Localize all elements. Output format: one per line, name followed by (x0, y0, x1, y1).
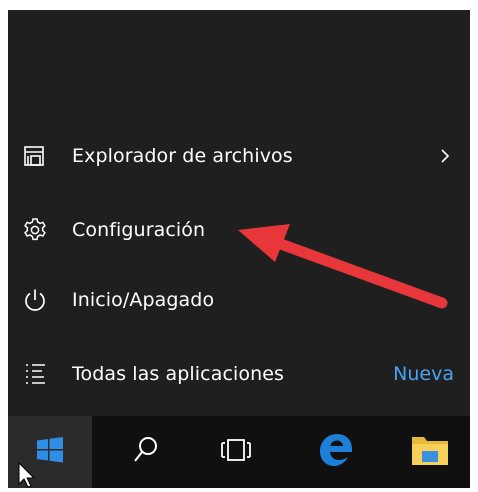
file-explorer-button[interactable] (392, 416, 468, 488)
menu-item-label: Configuración (72, 219, 206, 241)
start-menu: Explorador de archivos Configuración Ini… (8, 10, 470, 416)
list-icon (22, 361, 48, 387)
chevron-right-icon[interactable] (438, 145, 452, 167)
task-view-icon (219, 437, 253, 467)
search-icon (132, 435, 160, 469)
task-view-button[interactable] (198, 416, 274, 488)
edge-button[interactable] (298, 416, 374, 488)
menu-item-label: Inicio/Apagado (72, 289, 215, 311)
screenshot-frame: Explorador de archivos Configuración Ini… (0, 0, 478, 488)
folder-icon (410, 433, 450, 471)
new-badge: Nueva (393, 363, 454, 385)
windows-logo-icon (36, 436, 64, 468)
edge-icon (317, 431, 355, 473)
power-icon (22, 287, 48, 313)
file-explorer-icon (22, 143, 48, 169)
search-button[interactable] (108, 416, 184, 488)
taskbar (8, 416, 470, 488)
menu-item-label: Todas las aplicaciones (72, 363, 285, 385)
menu-item-all-apps[interactable]: Todas las aplicaciones Nueva (8, 346, 470, 402)
menu-item-power[interactable]: Inicio/Apagado (8, 272, 470, 328)
gear-icon (22, 217, 48, 243)
menu-item-file-explorer[interactable]: Explorador de archivos (8, 128, 470, 184)
menu-item-settings[interactable]: Configuración (8, 202, 470, 258)
menu-item-label: Explorador de archivos (72, 145, 293, 167)
